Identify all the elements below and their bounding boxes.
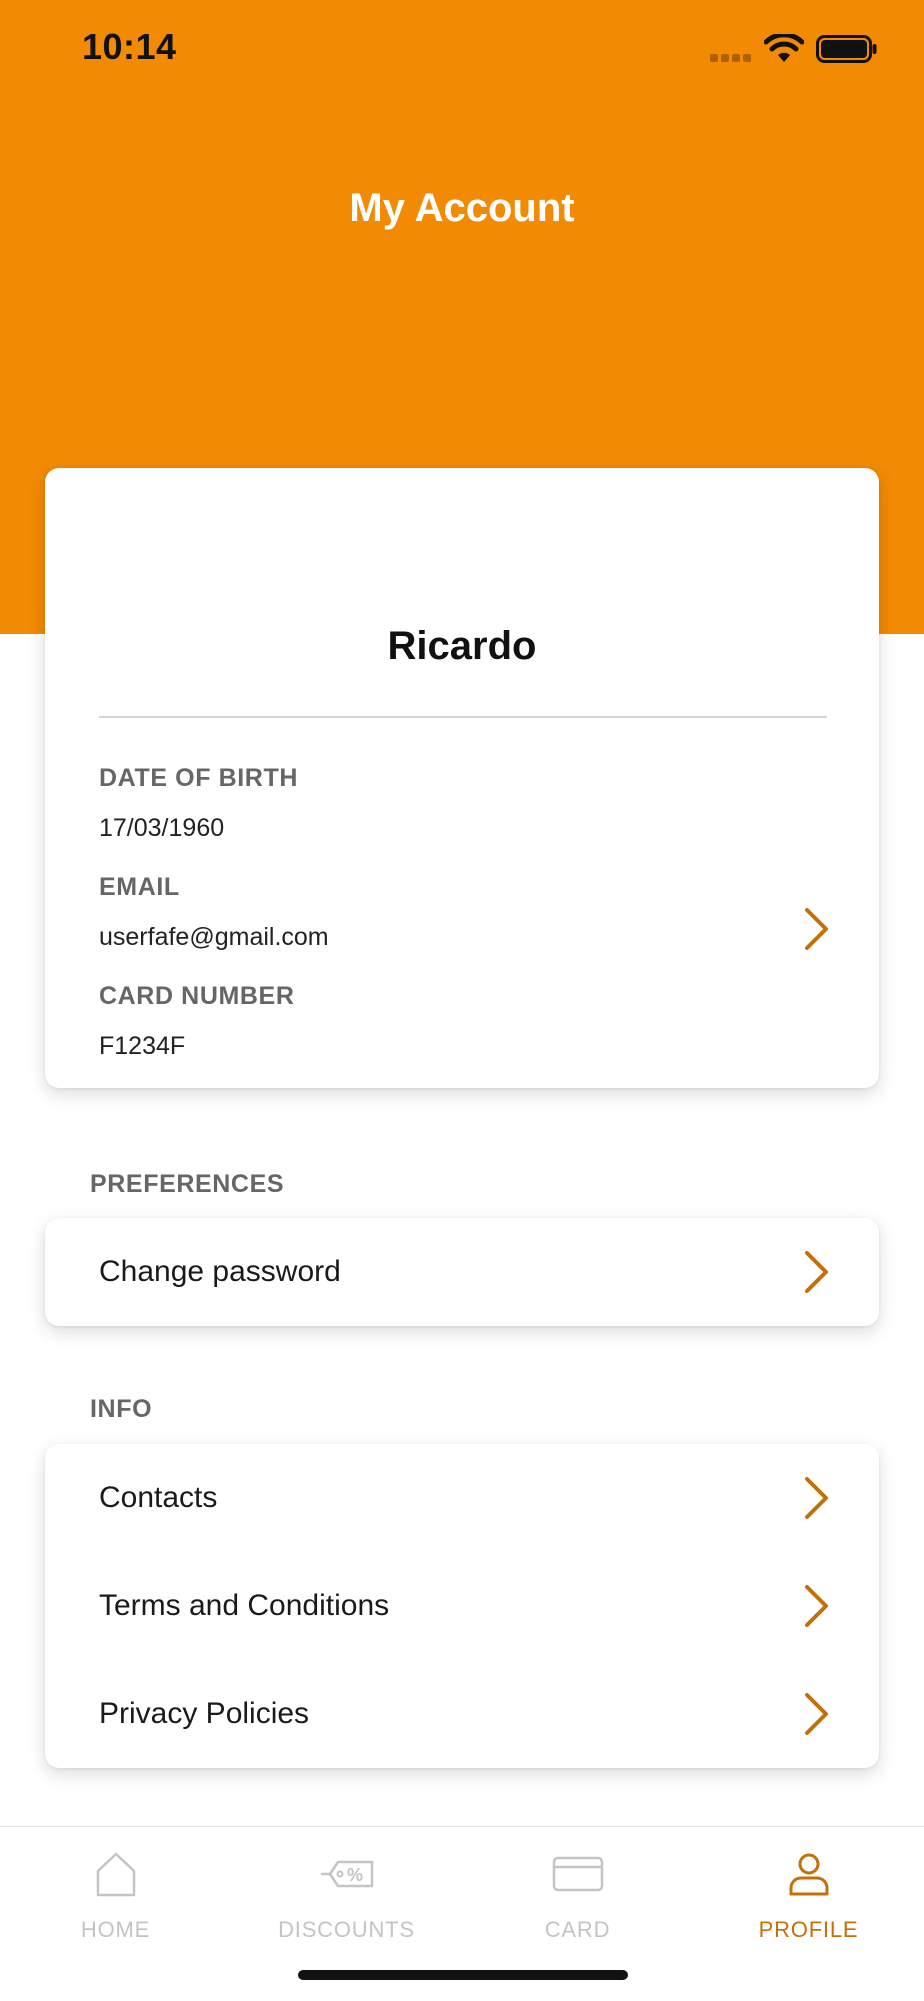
date-of-birth-value: 17/03/1960 [99,814,225,842]
terms-row[interactable]: Terms and Conditions [45,1552,879,1660]
privacy-label: Privacy Policies [99,1697,310,1730]
chevron-right-icon [805,1251,828,1293]
chevron-right-icon [805,1693,828,1735]
tab-profile[interactable]: PROFILE [693,1827,924,1947]
card-number-label: CARD NUMBER [99,982,295,1010]
terms-label: Terms and Conditions [99,1589,390,1622]
info-section-label: INFO [90,1395,153,1423]
home-icon [96,1852,136,1897]
profile-name: Ricardo [387,624,537,668]
wifi-icon [763,32,805,69]
tab-profile-label: PROFILE [758,1917,859,1942]
preferences-card: Change password [45,1218,879,1326]
change-password-row[interactable]: Change password [45,1218,879,1326]
home-indicator[interactable] [298,1970,628,1980]
page-title: My Account [349,186,575,230]
cellular-signal-icon [710,54,754,62]
tab-card[interactable]: CARD [462,1827,693,1947]
svg-text:%: % [347,1865,363,1885]
contacts-label: Contacts [99,1481,218,1514]
chevron-right-icon[interactable] [801,906,831,952]
profile-divider [99,716,827,718]
contacts-row[interactable]: Contacts [45,1444,879,1552]
tab-home[interactable]: HOME [0,1827,231,1947]
privacy-row[interactable]: Privacy Policies [45,1660,879,1768]
preferences-section-label: PREFERENCES [90,1170,285,1198]
profile-icon [789,1853,829,1896]
profile-card[interactable]: Ricardo DATE OF BIRTH 17/03/1960 EMAIL u… [45,468,879,1088]
chevron-right-icon [805,1585,828,1627]
info-card: Contacts Terms and Conditions Privacy Po… [45,1444,879,1768]
tab-home-label: HOME [80,1917,151,1942]
email-value: userfafe@gmail.com [99,923,329,951]
card-icon [552,1856,604,1892]
status-time: 10:14 [82,26,177,67]
discount-tag-icon: % [320,1860,374,1888]
date-of-birth-label: DATE OF BIRTH [99,764,298,792]
battery-icon [816,34,878,69]
tab-discounts[interactable]: % DISCOUNTS [231,1827,462,1947]
email-label: EMAIL [99,873,180,901]
tab-card-label: CARD [544,1917,611,1942]
change-password-label: Change password [99,1255,341,1288]
chevron-right-icon [805,1477,828,1519]
tab-discounts-label: DISCOUNTS [278,1917,415,1942]
card-number-value: F1234F [99,1032,186,1060]
